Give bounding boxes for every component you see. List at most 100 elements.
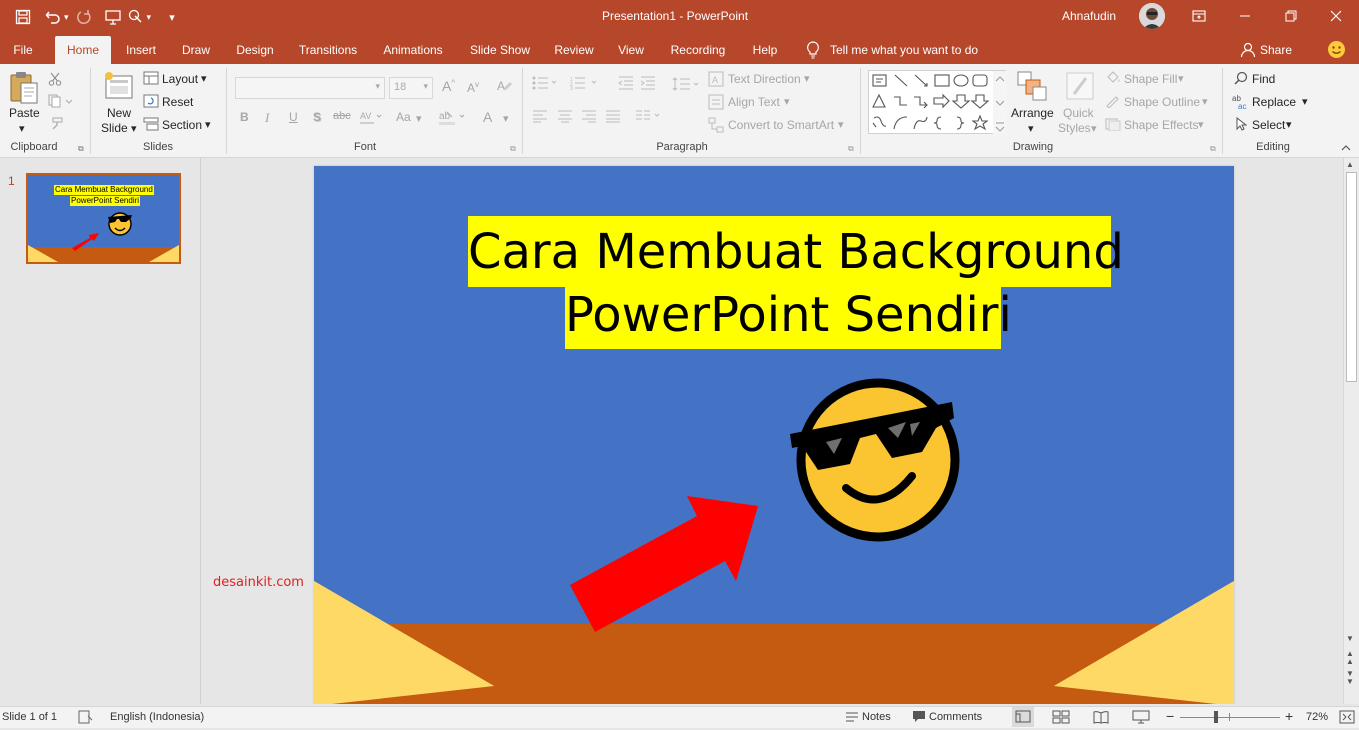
character-spacing-icon[interactable]: AV bbox=[359, 109, 383, 128]
select-dropdown-icon[interactable]: ▾ bbox=[1286, 118, 1292, 131]
tab-draw[interactable]: Draw bbox=[174, 36, 218, 64]
scroll-up-icon[interactable]: ▲ bbox=[1346, 160, 1354, 169]
scroll-down-icon[interactable]: ▼ bbox=[1346, 634, 1354, 643]
bold-button[interactable]: B bbox=[240, 110, 249, 124]
notes-button[interactable]: Notes bbox=[862, 711, 891, 723]
normal-view-icon[interactable] bbox=[1012, 707, 1034, 727]
restore-icon[interactable] bbox=[1268, 0, 1314, 32]
comments-button[interactable]: Comments bbox=[929, 711, 982, 723]
font-color-button[interactable]: A bbox=[483, 109, 492, 125]
cut-icon[interactable] bbox=[48, 72, 62, 89]
shape-effects-button[interactable]: Shape Effects bbox=[1124, 118, 1199, 132]
paste-icon[interactable] bbox=[8, 70, 40, 109]
sunglasses-emoji[interactable] bbox=[790, 378, 960, 542]
underline-button[interactable]: U bbox=[289, 110, 298, 124]
change-case-button[interactable]: Aa bbox=[396, 110, 411, 124]
select-button[interactable]: Select bbox=[1252, 118, 1285, 132]
close-icon[interactable] bbox=[1313, 0, 1359, 32]
shape-outline-dropdown-icon[interactable]: ▾ bbox=[1202, 95, 1208, 108]
layout-dropdown-icon[interactable]: ▾ bbox=[201, 72, 207, 85]
tab-home[interactable]: Home bbox=[55, 36, 111, 64]
new-slide-dropdown-icon[interactable]: ▾ bbox=[131, 122, 137, 135]
layout-icon[interactable] bbox=[143, 71, 159, 88]
tab-view[interactable]: View bbox=[610, 36, 652, 64]
replace-dropdown-icon[interactable]: ▾ bbox=[1302, 95, 1308, 108]
slide-sorter-icon[interactable] bbox=[1052, 710, 1070, 727]
highlight-icon[interactable]: ab bbox=[438, 108, 466, 129]
align-text-dropdown-icon[interactable]: ▾ bbox=[784, 95, 790, 108]
zoom-level[interactable]: 72% bbox=[1306, 711, 1328, 723]
smartart-icon[interactable] bbox=[708, 117, 724, 136]
paragraph-launcher-icon[interactable]: ⧉ bbox=[848, 144, 854, 154]
undo-icon[interactable] bbox=[42, 6, 64, 28]
accessibility-icon[interactable] bbox=[78, 710, 94, 727]
new-slide-icon[interactable] bbox=[103, 70, 135, 105]
tab-recording[interactable]: Recording bbox=[662, 36, 734, 64]
replace-icon[interactable]: ab ac bbox=[1232, 93, 1250, 112]
replace-button[interactable]: Replace bbox=[1252, 95, 1296, 109]
zoom-out-icon[interactable]: − bbox=[1166, 708, 1174, 724]
tab-file[interactable]: File bbox=[4, 36, 42, 64]
tab-transitions[interactable]: Transitions bbox=[292, 36, 364, 64]
previous-slide-icon[interactable]: ▲ ▲ bbox=[1346, 650, 1354, 666]
slide-title-line2[interactable]: PowerPoint Sendiri bbox=[565, 284, 1012, 347]
text-shadow-button[interactable]: S bbox=[313, 110, 321, 124]
customize-qat-icon[interactable]: ▾ bbox=[161, 6, 183, 28]
change-case-dropdown-icon[interactable]: ▾ bbox=[416, 112, 422, 125]
alignment-icons[interactable] bbox=[532, 109, 664, 126]
arrange-button[interactable]: Arrange bbox=[1011, 106, 1054, 120]
red-arrow-shape[interactable] bbox=[570, 496, 758, 632]
tab-review[interactable]: Review bbox=[548, 36, 600, 64]
tab-help[interactable]: Help bbox=[744, 36, 786, 64]
increase-font-icon[interactable]: A^ bbox=[442, 78, 455, 94]
indent-icons[interactable] bbox=[618, 76, 658, 93]
find-icon[interactable] bbox=[1234, 71, 1248, 88]
decrease-font-icon[interactable]: Av bbox=[467, 80, 479, 95]
collapse-ribbon-icon[interactable] bbox=[1340, 142, 1352, 156]
text-direction-icon[interactable]: A bbox=[708, 71, 724, 90]
redo-icon[interactable] bbox=[73, 6, 95, 28]
paste-label[interactable]: Paste bbox=[9, 106, 40, 120]
shape-fill-dropdown-icon[interactable]: ▾ bbox=[1178, 72, 1184, 85]
comments-icon[interactable] bbox=[912, 710, 926, 726]
numbering-icon[interactable]: 123 bbox=[570, 76, 606, 93]
align-text-button[interactable]: Align Text bbox=[728, 95, 780, 109]
shape-fill-button[interactable]: Shape Fill bbox=[1124, 72, 1177, 86]
copy-icon[interactable] bbox=[48, 94, 76, 111]
section-button[interactable]: Section bbox=[162, 118, 202, 132]
italic-button[interactable]: I bbox=[265, 110, 269, 126]
avatar[interactable] bbox=[1139, 3, 1165, 29]
section-dropdown-icon[interactable]: ▾ bbox=[205, 118, 211, 131]
tab-animations[interactable]: Animations bbox=[374, 36, 452, 64]
slide-show-icon[interactable] bbox=[1132, 710, 1150, 727]
touch-mode-icon[interactable] bbox=[125, 6, 147, 28]
text-direction-dropdown-icon[interactable]: ▾ bbox=[804, 72, 810, 85]
smartart-dropdown-icon[interactable]: ▾ bbox=[838, 118, 844, 131]
touch-dropdown-icon[interactable]: ▾ bbox=[147, 12, 152, 23]
font-color-dropdown-icon[interactable]: ▾ bbox=[503, 112, 509, 125]
next-slide-icon[interactable]: ▼ ▼ bbox=[1346, 670, 1354, 686]
slide-canvas[interactable]: Cara Membuat Background PowerPoint Sendi… bbox=[314, 166, 1234, 704]
shape-fill-icon[interactable] bbox=[1105, 71, 1121, 88]
font-family-dropdown-icon[interactable]: ▾ bbox=[375, 81, 380, 92]
minimize-icon[interactable] bbox=[1222, 0, 1268, 32]
line-spacing-icon[interactable] bbox=[672, 76, 702, 95]
font-size-input[interactable]: 18 ▾ bbox=[389, 77, 433, 99]
quick-styles-icon[interactable] bbox=[1064, 70, 1096, 105]
format-painter-icon[interactable] bbox=[48, 117, 64, 134]
shapes-gallery[interactable] bbox=[868, 70, 1007, 135]
shape-effects-dropdown-icon[interactable]: ▾ bbox=[1198, 118, 1204, 131]
bullets-icon[interactable] bbox=[532, 76, 572, 93]
shape-effects-icon[interactable] bbox=[1105, 117, 1121, 134]
quick-styles-label-1[interactable]: Quick bbox=[1063, 106, 1094, 120]
start-from-beginning-icon[interactable] bbox=[103, 6, 125, 28]
smiley-feedback-icon[interactable] bbox=[1327, 40, 1346, 62]
zoom-in-icon[interactable]: + bbox=[1285, 708, 1293, 724]
save-icon[interactable] bbox=[12, 6, 34, 28]
scrollbar-thumb[interactable] bbox=[1346, 172, 1357, 382]
tab-design[interactable]: Design bbox=[228, 36, 282, 64]
new-slide-label-2[interactable]: Slide bbox=[101, 121, 128, 135]
fit-to-window-icon[interactable] bbox=[1339, 710, 1355, 727]
quick-styles-dropdown-icon[interactable]: ▾ bbox=[1091, 122, 1097, 135]
font-family-input[interactable]: ▾ bbox=[235, 77, 385, 99]
